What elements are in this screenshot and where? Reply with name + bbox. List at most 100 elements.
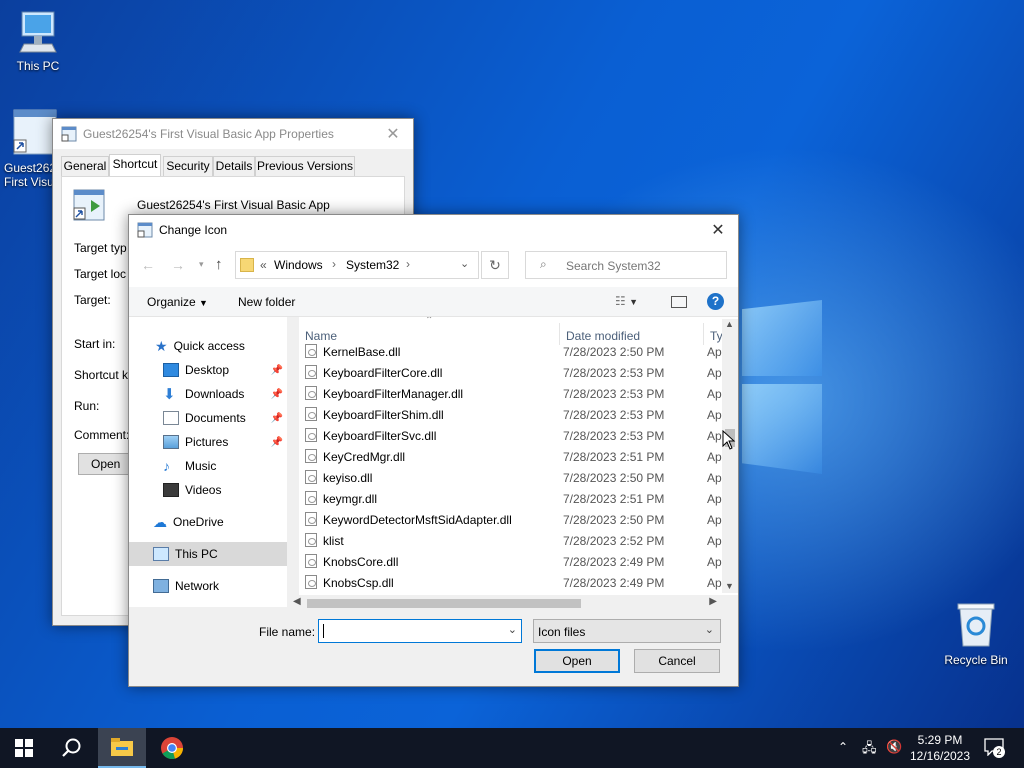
horizontal-scrollbar[interactable]: ◀ ▶ — [289, 595, 721, 611]
pin-icon[interactable]: 📌 — [271, 413, 283, 424]
back-arrow-icon[interactable]: ← — [141, 257, 155, 273]
preview-pane-icon[interactable] — [671, 296, 687, 308]
nav-item-this-pc[interactable]: This PC — [129, 542, 287, 566]
chevron-down-icon[interactable]: ⌄ — [460, 257, 469, 270]
chevron-down-icon[interactable]: ▾ — [199, 259, 204, 270]
shortcut-key-label: Shortcut k — [74, 368, 129, 382]
nav-item-quick-access[interactable]: ★ Quick access — [129, 334, 287, 358]
organize-menu[interactable]: Organize ▼ — [147, 295, 208, 309]
file-date: 7/28/2023 2:51 PM — [563, 491, 665, 506]
chevron-up-icon[interactable]: ⌃ — [838, 740, 848, 754]
desktop-icon-this-pc[interactable]: This PC — [0, 8, 76, 73]
notification-center[interactable]: 2 — [982, 738, 1006, 758]
forward-arrow-icon[interactable]: → — [171, 257, 185, 273]
volume-muted-icon[interactable]: 🔇 — [886, 739, 902, 755]
breadcrumb-overflow[interactable]: « — [260, 258, 267, 272]
file-row[interactable]: KnobsCsp.dll 7/28/2023 2:49 PM Ap — [299, 572, 729, 593]
organize-label: Organize — [147, 295, 196, 309]
caret-down-icon: ▼ — [199, 298, 208, 308]
breadcrumb[interactable]: « Windows › System32 › ⌄ — [235, 251, 479, 279]
nav-item-network[interactable]: Network — [129, 574, 287, 598]
open-button[interactable]: Open — [534, 649, 620, 673]
chevron-right-icon: › — [406, 257, 410, 271]
cancel-button[interactable]: Cancel — [634, 649, 720, 673]
properties-titlebar[interactable]: Guest26254's First Visual Basic App Prop… — [53, 119, 413, 149]
file-row[interactable]: KeyboardFilterSvc.dll 7/28/2023 2:53 PM Ap — [299, 425, 729, 446]
tab-details[interactable]: Details — [213, 156, 255, 176]
view-options-icon[interactable]: ☷ ▼ — [615, 294, 638, 308]
file-name: KnobsCore.dll — [323, 554, 399, 569]
file-row[interactable]: KeyCredMgr.dll 7/28/2023 2:51 PM Ap — [299, 446, 729, 467]
start-button[interactable] — [0, 728, 48, 768]
nav-label: Videos — [185, 483, 222, 497]
pin-icon[interactable]: 📌 — [271, 437, 283, 448]
tab-previous-versions[interactable]: Previous Versions — [255, 156, 355, 176]
nav-item-desktop[interactable]: Desktop 📌 — [129, 358, 287, 382]
file-row[interactable]: KeywordDetectorMsftSidAdapter.dll 7/28/20… — [299, 509, 729, 530]
nav-item-pictures[interactable]: Pictures 📌 — [129, 430, 287, 454]
nav-item-music[interactable]: ♪ Music — [129, 454, 287, 478]
scrollbar-thumb[interactable] — [307, 599, 581, 608]
chevron-down-icon[interactable]: ⌄ — [508, 623, 517, 636]
tab-security[interactable]: Security — [163, 156, 213, 176]
search-box[interactable]: ⌕ Search System32 — [525, 251, 727, 279]
dll-file-icon — [305, 365, 317, 379]
dialog-titlebar[interactable]: Change Icon ✕ — [129, 215, 738, 245]
up-arrow-icon[interactable]: ↑ — [215, 256, 223, 273]
search-icon — [62, 738, 81, 757]
refresh-icon[interactable]: ↻ — [481, 251, 509, 279]
new-folder-button[interactable]: New folder — [238, 295, 295, 309]
dll-file-icon — [305, 575, 317, 589]
desktop-icon-guest-app[interactable]: Guest262 First Visu — [0, 108, 60, 189]
taskbar-chrome[interactable] — [148, 728, 196, 768]
nav-label: Desktop — [185, 363, 230, 377]
tab-shortcut[interactable]: Shortcut — [109, 154, 161, 176]
file-row[interactable]: KernelBase.dll 7/28/2023 2:50 PM Ap — [299, 341, 729, 362]
file-name: KeyboardFilterManager.dll — [323, 386, 464, 401]
file-row[interactable]: KeyboardFilterManager.dll 7/28/2023 2:53 … — [299, 383, 729, 404]
clock-time: 5:29 PM — [917, 733, 963, 747]
tab-general[interactable]: General — [61, 156, 109, 176]
dll-file-icon — [305, 407, 317, 421]
file-type: Ap — [707, 386, 722, 401]
breadcrumb-item-windows[interactable]: Windows — [274, 258, 323, 272]
pin-icon[interactable]: 📌 — [271, 389, 283, 400]
file-row[interactable]: keyiso.dll 7/28/2023 2:50 PM Ap — [299, 467, 729, 488]
scroll-left-icon[interactable]: ◀ — [293, 596, 301, 607]
taskbar-file-explorer[interactable] — [98, 728, 146, 768]
desktop-icon-recycle-bin[interactable]: Recycle Bin — [936, 600, 1016, 667]
application-icon — [305, 533, 317, 547]
scroll-up-icon[interactable]: ▲ — [725, 319, 734, 329]
nav-label: Music — [185, 459, 217, 473]
chevron-down-icon[interactable]: ⌄ — [705, 623, 714, 636]
search-button[interactable] — [48, 728, 96, 768]
scroll-right-icon[interactable]: ▶ — [709, 596, 717, 607]
nav-item-documents[interactable]: Documents 📌 — [129, 406, 287, 430]
file-row[interactable]: KnobsCore.dll 7/28/2023 2:49 PM Ap — [299, 551, 729, 572]
nav-item-videos[interactable]: Videos — [129, 478, 287, 502]
file-type-select[interactable]: Icon files ⌄ — [533, 619, 721, 643]
clock[interactable]: 5:29 PM 12/16/2023 — [904, 732, 976, 764]
help-icon[interactable]: ? — [707, 293, 724, 310]
file-name: klist — [323, 533, 344, 548]
file-date: 7/28/2023 2:50 PM — [563, 344, 665, 359]
scroll-down-icon[interactable]: ▼ — [725, 581, 734, 591]
file-name-label: File name: — [259, 625, 316, 639]
start-in-label: Start in: — [74, 337, 116, 351]
file-row[interactable]: keymgr.dll 7/28/2023 2:51 PM Ap — [299, 488, 729, 509]
file-row[interactable]: KeyboardFilterShim.dll 7/28/2023 2:53 PM A… — [299, 404, 729, 425]
close-icon[interactable]: ✕ — [698, 215, 738, 245]
nav-item-downloads[interactable]: ⬇ Downloads 📌 — [129, 382, 287, 406]
file-row[interactable]: KeyboardFilterCore.dll 7/28/2023 2:53 PM A… — [299, 362, 729, 383]
nav-item-onedrive[interactable]: ☁ OneDrive — [129, 510, 287, 534]
close-icon[interactable]: ✕ — [373, 119, 413, 149]
file-date: 7/28/2023 2:49 PM — [563, 554, 665, 569]
network-icon[interactable]: 🖧 — [862, 739, 877, 761]
file-name-input[interactable]: ⌄ — [318, 619, 522, 643]
target-location-label: Target loc — [74, 267, 127, 281]
vertical-scrollbar[interactable]: ▲ ▼ — [722, 319, 738, 593]
file-name: KeyboardFilterShim.dll — [323, 407, 444, 422]
file-row[interactable]: klist 7/28/2023 2:52 PM Ap — [299, 530, 729, 551]
pin-icon[interactable]: 📌 — [271, 365, 283, 376]
breadcrumb-item-system32[interactable]: System32 — [346, 258, 399, 272]
